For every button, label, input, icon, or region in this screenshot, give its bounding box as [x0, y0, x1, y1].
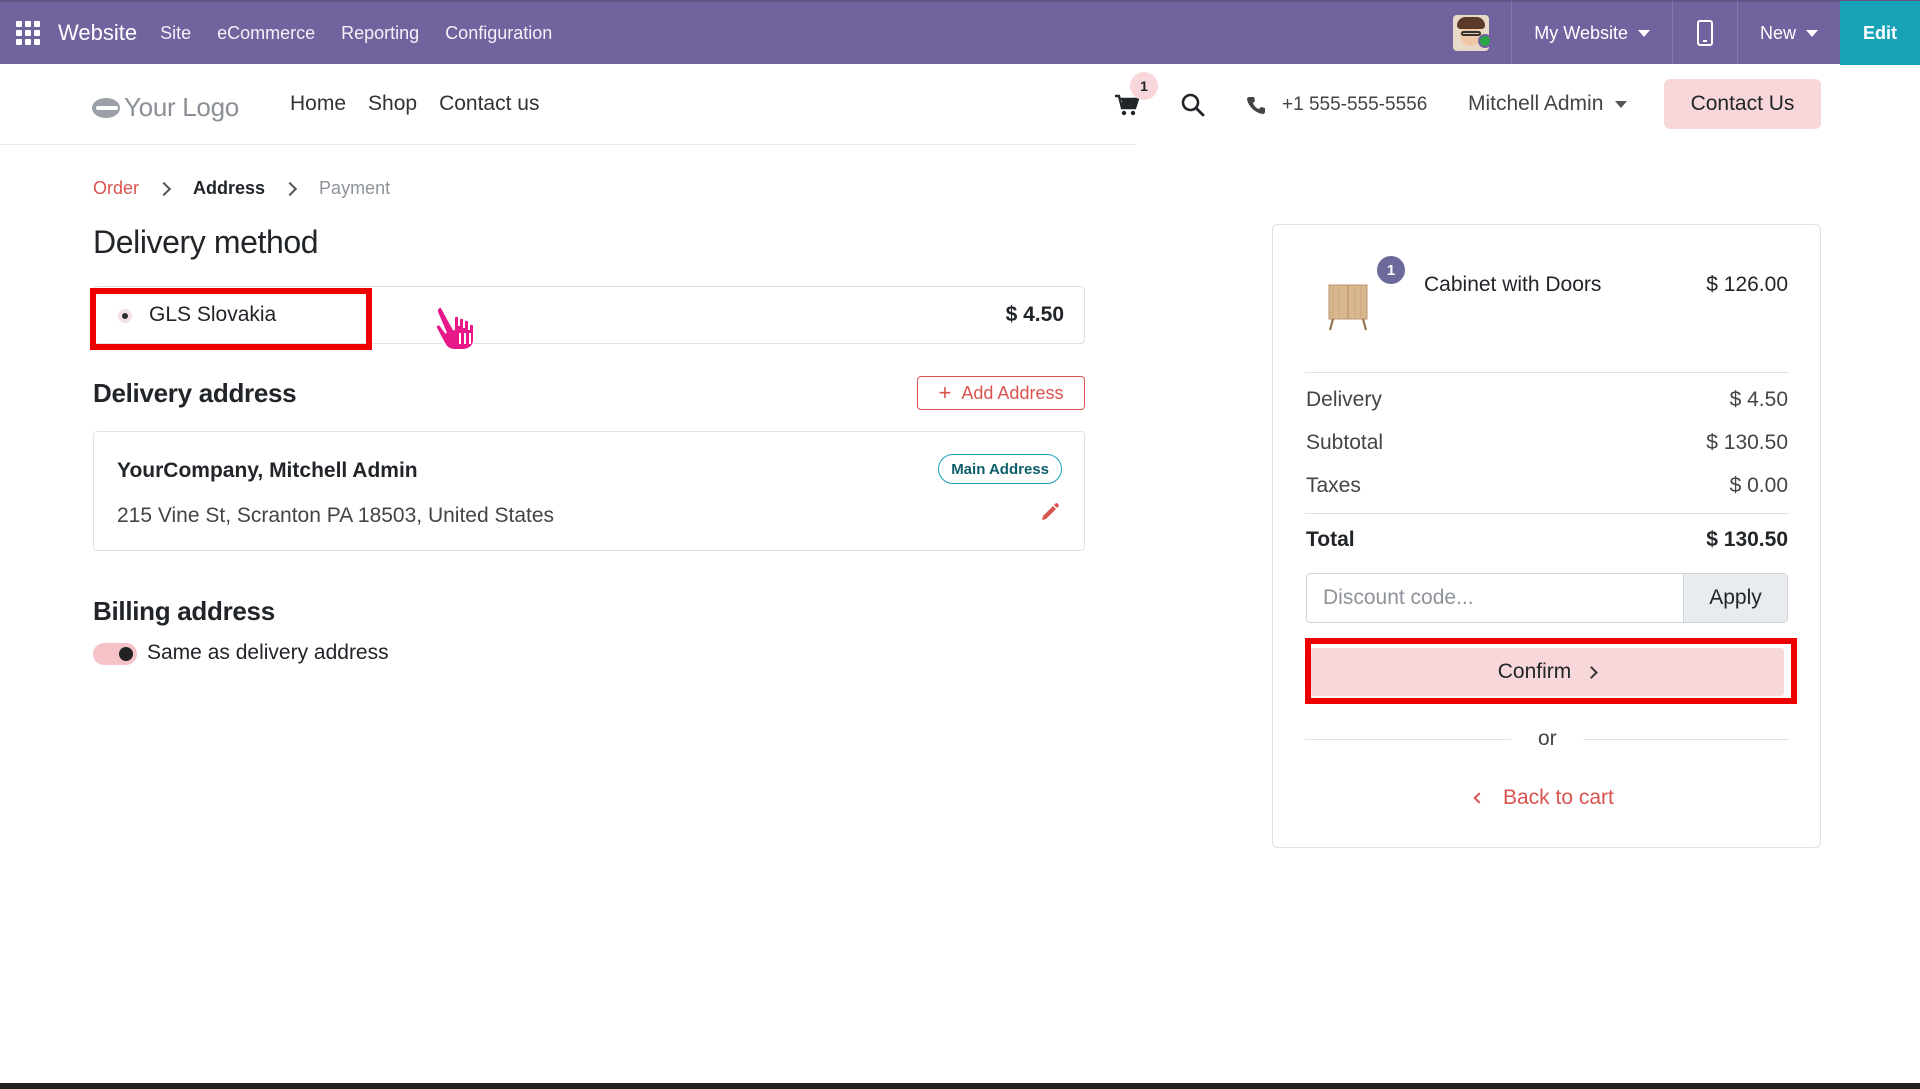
confirm-highlight-box [1305, 638, 1797, 704]
subtotal-label: Subtotal [1306, 431, 1384, 454]
website-selector-label: My Website [1534, 22, 1628, 43]
new-content-button[interactable]: New [1738, 2, 1840, 64]
plus-icon: + [938, 380, 952, 405]
delivery-method-heading: Delivery method [93, 224, 319, 260]
logo-text: Your Logo [124, 92, 239, 122]
checkout-breadcrumb: Order Address Payment [93, 178, 390, 199]
divider [1583, 739, 1789, 740]
delivery-address-heading: Delivery address [93, 378, 297, 408]
nav-contact-us[interactable]: Contact us [439, 92, 539, 116]
admin-menu-site[interactable]: Site [160, 23, 191, 44]
carrier-highlight-box [90, 288, 372, 350]
add-address-label: Add Address [961, 382, 1064, 403]
online-status-icon [1478, 34, 1492, 48]
nav-home[interactable]: Home [290, 92, 346, 116]
edit-button[interactable]: Edit [1840, 1, 1920, 65]
back-to-cart-link[interactable]: Back to cart [1473, 786, 1614, 810]
product-qty-badge: 1 [1375, 254, 1407, 286]
product-price: $ 126.00 [1706, 273, 1788, 296]
phone-icon [1247, 97, 1265, 114]
admin-app-name[interactable]: Website [58, 20, 137, 46]
back-to-cart-label: Back to cart [1503, 786, 1614, 809]
cart-count-badge: 1 [1130, 72, 1158, 100]
user-name: Mitchell Admin [1468, 92, 1604, 115]
discount-code-input[interactable] [1307, 574, 1683, 622]
order-summary-card: 1 Cabinet with Doors $ 126.00 Delivery $… [1272, 224, 1821, 848]
admin-menu: Site eCommerce Reporting Configuration [147, 23, 565, 44]
site-logo[interactable]: Your Logo [92, 92, 239, 123]
mobile-preview-icon[interactable] [1696, 20, 1713, 46]
header-divider [0, 144, 1136, 145]
chevron-right-icon [282, 181, 298, 196]
site-nav: Home Shop Contact us [290, 92, 561, 116]
logo-icon [92, 96, 120, 120]
divider [1305, 372, 1789, 373]
product-thumbnail[interactable] [1325, 281, 1371, 331]
admin-menu-reporting[interactable]: Reporting [341, 23, 419, 44]
total-value: $ 130.50 [1706, 528, 1788, 551]
address-card[interactable]: YourCompany, Mitchell Admin 215 Vine St,… [93, 431, 1085, 551]
search-icon[interactable] [1180, 92, 1206, 118]
admin-menu-ecommerce[interactable]: eCommerce [217, 23, 315, 44]
phone-number[interactable]: +1 555-555-5556 [1282, 94, 1427, 116]
contact-us-button[interactable]: Contact Us [1664, 79, 1821, 129]
chevron-right-icon [156, 181, 172, 196]
admin-bar-right: My Website New Edit [1453, 1, 1920, 65]
add-address-button[interactable]: + Add Address [917, 376, 1085, 410]
admin-top-bar: Website Site eCommerce Reporting Configu… [0, 0, 1920, 65]
or-separator: or [1538, 727, 1557, 750]
website-selector[interactable]: My Website [1512, 2, 1672, 64]
divider [1671, 1, 1673, 65]
subtotal-value: $ 130.50 [1706, 431, 1788, 454]
admin-menu-configuration[interactable]: Configuration [445, 23, 552, 44]
breadcrumb-order[interactable]: Order [93, 178, 139, 199]
main-address-badge: Main Address [938, 454, 1062, 484]
divider [1305, 513, 1789, 514]
subtotal-row: Subtotal $ 130.50 [1306, 431, 1788, 455]
caret-down-icon [1806, 29, 1818, 37]
taxes-label: Taxes [1306, 474, 1361, 497]
address-line: 215 Vine St, Scranton PA 18503, United S… [117, 504, 555, 527]
same-as-delivery-toggle[interactable] [93, 643, 137, 665]
product-name[interactable]: Cabinet with Doors [1424, 273, 1601, 297]
breadcrumb-payment: Payment [319, 178, 391, 198]
taxes-row: Taxes $ 0.00 [1306, 474, 1788, 498]
taxes-value: $ 0.00 [1729, 474, 1788, 497]
delivery-row: Delivery $ 4.50 [1306, 388, 1788, 412]
billing-address-heading: Billing address [93, 596, 275, 626]
address-name: YourCompany, Mitchell Admin [117, 459, 418, 482]
caret-down-icon [1615, 100, 1628, 108]
discount-group: Apply [1306, 573, 1788, 623]
total-label: Total [1306, 528, 1355, 551]
pencil-edit-icon[interactable] [1040, 502, 1060, 522]
delivery-label: Delivery [1306, 388, 1382, 411]
delivery-value: $ 4.50 [1729, 388, 1788, 411]
nav-shop[interactable]: Shop [368, 92, 417, 116]
caret-down-icon [1637, 29, 1650, 37]
new-label: New [1759, 22, 1796, 43]
apps-grid-icon[interactable] [16, 21, 40, 45]
chevron-left-icon [1473, 792, 1485, 804]
carrier-price: $ 4.50 [1005, 303, 1064, 326]
hand-pointer-cursor-icon [434, 305, 475, 351]
apply-discount-button[interactable]: Apply [1683, 574, 1787, 622]
divider [1305, 739, 1511, 740]
bottom-edge [0, 1083, 1920, 1089]
breadcrumb-address: Address [193, 178, 266, 198]
same-as-delivery-label: Same as delivery address [147, 641, 389, 664]
user-menu[interactable]: Mitchell Admin [1468, 92, 1628, 116]
total-row: Total $ 130.50 [1306, 528, 1788, 552]
